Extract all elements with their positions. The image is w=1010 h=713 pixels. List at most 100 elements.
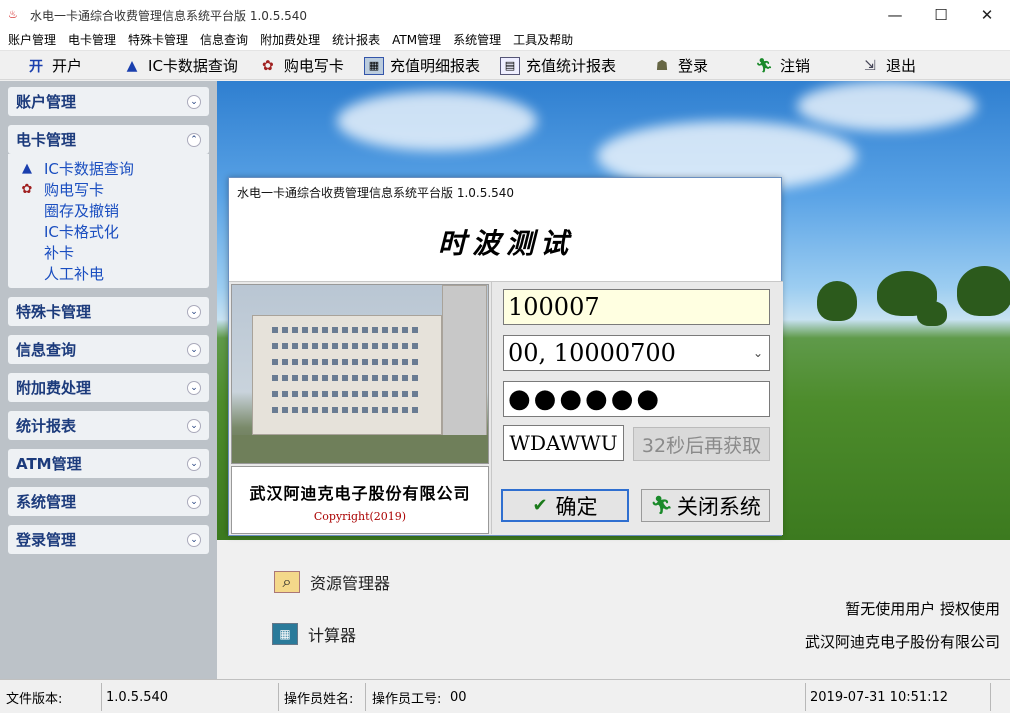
calculator-link[interactable]: ▦ 计算器 (272, 622, 356, 646)
menu-electric-card[interactable]: 电卡管理 (62, 30, 122, 50)
ic-card-icon: ▲ (22, 161, 32, 176)
chevron-down-icon: ⌄ (187, 494, 201, 509)
company-text: 武汉阿迪克电子股份有限公司 (804, 633, 1000, 651)
operator-select[interactable]: 00, 10000700 ⌄ (503, 335, 770, 371)
menu-system[interactable]: 系统管理 (447, 30, 507, 50)
version-value: 1.0.5.540 (106, 689, 169, 705)
sidebar-item-ic-format[interactable]: IC卡格式化 (16, 221, 209, 242)
buy-write-button[interactable]: ✿ 购电写卡 (248, 53, 354, 79)
license-text: 暂无使用用户 授权使用 (845, 600, 1000, 618)
sidebar-item-ic-query[interactable]: ▲ IC卡数据查询 (16, 158, 209, 179)
explorer-link[interactable]: ⌕ 资源管理器 (274, 570, 390, 594)
status-bar: 文件版本: 1.0.5.540 操作员姓名: 操作员工号: 00 2019-07… (0, 679, 1010, 713)
buy-card-icon: ✿ (21, 182, 33, 197)
dialog-heading: 时波测试 (437, 227, 574, 260)
sidebar-item-label: 补卡 (44, 244, 75, 262)
close-system-button[interactable]: 🏃︎ 关闭系统 (641, 489, 770, 522)
chevron-down-icon: ⌄ (187, 418, 201, 433)
user-id-input[interactable]: 100007 (503, 289, 770, 325)
menu-info-query[interactable]: 信息查询 (194, 30, 254, 50)
sidebar-group-system[interactable]: 系统管理 ⌄ (8, 487, 209, 516)
sidebar-group-label: 统计报表 (16, 417, 77, 435)
login-label: 登录 (677, 57, 708, 75)
menu-special-card[interactable]: 特殊卡管理 (122, 30, 194, 50)
toolbar: 开 开户 ▲ IC卡数据查询 ✿ 购电写卡 ▦ 充值明细报表 ▤ 充值统计报表 … (0, 52, 1010, 80)
sidebar-group-label: 电卡管理 (16, 131, 77, 149)
chevron-down-icon[interactable]: ⌄ (753, 346, 763, 360)
sidebar-item-reissue-card[interactable]: 补卡 (16, 242, 209, 263)
exit-icon: ⇲ (864, 57, 876, 74)
explorer-label: 资源管理器 (310, 574, 391, 593)
sidebar-group-login[interactable]: 登录管理 ⌄ (8, 525, 209, 554)
sidebar-group-label: 账户管理 (16, 93, 77, 111)
login-button[interactable]: ☗ 登录 (642, 53, 718, 79)
menu-reports[interactable]: 统计报表 (326, 30, 386, 50)
maximize-button[interactable]: ☐ (918, 0, 964, 30)
sidebar: 账户管理 ⌄ 电卡管理 ⌃ ▲ IC卡数据查询 ✿ 购电写卡 圈存及撤销 IC卡… (0, 81, 217, 679)
dialog-company-name: 武汉阿迪克电子股份有限公司 (249, 484, 471, 503)
menu-surcharge[interactable]: 附加费处理 (254, 30, 326, 50)
ic-query-label: IC卡数据查询 (148, 57, 238, 75)
login-form: 100007 00, 10000700 ⌄ ●●●●●● WDAWWU 32秒后… (491, 282, 781, 534)
sidebar-group-electric-card[interactable]: 电卡管理 ⌃ (8, 125, 209, 154)
ic-card-icon: ▲ (126, 57, 138, 74)
user-icon: ☗ (655, 57, 669, 74)
sidebar-group-special-card[interactable]: 特殊卡管理 ⌄ (8, 297, 209, 326)
operator-name-label: 操作员姓名: (284, 691, 354, 707)
sidebar-item-load-cancel[interactable]: 圈存及撤销 (16, 200, 209, 221)
sidebar-group-atm[interactable]: ATM管理 ⌄ (8, 449, 209, 478)
exit-button[interactable]: ⇲ 退出 (850, 53, 926, 79)
menu-account[interactable]: 账户管理 (2, 30, 62, 50)
ic-query-button[interactable]: ▲ IC卡数据查询 (112, 53, 248, 79)
captcha-input[interactable]: WDAWWU (503, 425, 624, 461)
sidebar-item-label: 人工补电 (44, 265, 105, 283)
open-account-button[interactable]: 开 开户 (16, 53, 92, 79)
chevron-up-icon: ⌃ (187, 132, 201, 147)
close-button[interactable]: ✕ (964, 0, 1010, 30)
logout-button[interactable]: 🏃︎ 注销 (744, 53, 820, 79)
sidebar-item-label: IC卡格式化 (44, 223, 119, 241)
datetime-value: 2019-07-31 10:51:12 (810, 689, 949, 705)
title-bar: ♨ 水电一卡通综合收费管理信息系统平台版 1.0.5.540 — ☐ ✕ (0, 0, 1010, 30)
sidebar-group-reports[interactable]: 统计报表 ⌄ (8, 411, 209, 440)
exit-label: 退出 (886, 57, 917, 75)
folder-search-icon: ⌕ (274, 571, 300, 593)
operator-id-value: 00 (450, 689, 467, 705)
sidebar-group-info-query[interactable]: 信息查询 ⌄ (8, 335, 209, 364)
checkmark-icon: ✔ (532, 495, 548, 516)
sidebar-item-buy-write[interactable]: ✿ 购电写卡 (16, 179, 209, 200)
chevron-down-icon: ⌄ (187, 456, 201, 471)
buy-card-icon: ✿ (262, 57, 274, 74)
open-account-icon: 开 (29, 58, 43, 75)
sidebar-group-account[interactable]: 账户管理 ⌄ (8, 87, 209, 116)
recharge-stats-button[interactable]: ▤ 充值统计报表 (490, 53, 626, 79)
menu-tools-help[interactable]: 工具及帮助 (507, 30, 579, 50)
menu-atm[interactable]: ATM管理 (386, 30, 447, 50)
sidebar-item-manual-recharge[interactable]: 人工补电 (16, 263, 209, 284)
sidebar-panel-electric-card: ▲ IC卡数据查询 ✿ 购电写卡 圈存及撤销 IC卡格式化 补卡 人工补电 (8, 154, 209, 288)
chevron-down-icon: ⌄ (187, 342, 201, 357)
operator-id-label: 操作员工号: (372, 691, 442, 707)
recharge-detail-button[interactable]: ▦ 充值明细报表 (354, 53, 490, 79)
dialog-body: 武汉阿迪克电子股份有限公司 Copyright(2019) 100007 00,… (229, 281, 783, 535)
menu-bar: 账户管理 电卡管理 特殊卡管理 信息查询 附加费处理 统计报表 ATM管理 系统… (0, 30, 1010, 51)
recharge-stats-label: 充值统计报表 (525, 57, 616, 75)
confirm-button[interactable]: ✔ 确定 (501, 489, 629, 522)
sidebar-group-label: 登录管理 (16, 531, 77, 549)
recharge-detail-label: 充值明细报表 (389, 57, 480, 75)
login-dialog: 水电一卡通综合收费管理信息系统平台版 1.0.5.540 时波测试 武汉阿迪克电… (228, 177, 783, 536)
sidebar-group-surcharge[interactable]: 附加费处理 ⌄ (8, 373, 209, 402)
open-account-label: 开户 (52, 57, 83, 75)
running-man-icon: 🏃︎ (755, 57, 773, 74)
password-input[interactable]: ●●●●●● (503, 381, 770, 417)
sidebar-group-label: 特殊卡管理 (16, 303, 92, 321)
running-man-icon: 🏃︎ (650, 495, 673, 516)
minimize-button[interactable]: — (872, 0, 918, 30)
close-system-label: 关闭系统 (676, 494, 761, 519)
sidebar-group-label: ATM管理 (16, 455, 82, 473)
captcha-refresh-button[interactable]: 32秒后再获取 (633, 427, 770, 461)
logout-label: 注销 (779, 57, 810, 75)
sidebar-item-label: 圈存及撤销 (44, 202, 120, 220)
sidebar-group-label: 系统管理 (16, 493, 77, 511)
version-label: 文件版本: (6, 691, 63, 707)
